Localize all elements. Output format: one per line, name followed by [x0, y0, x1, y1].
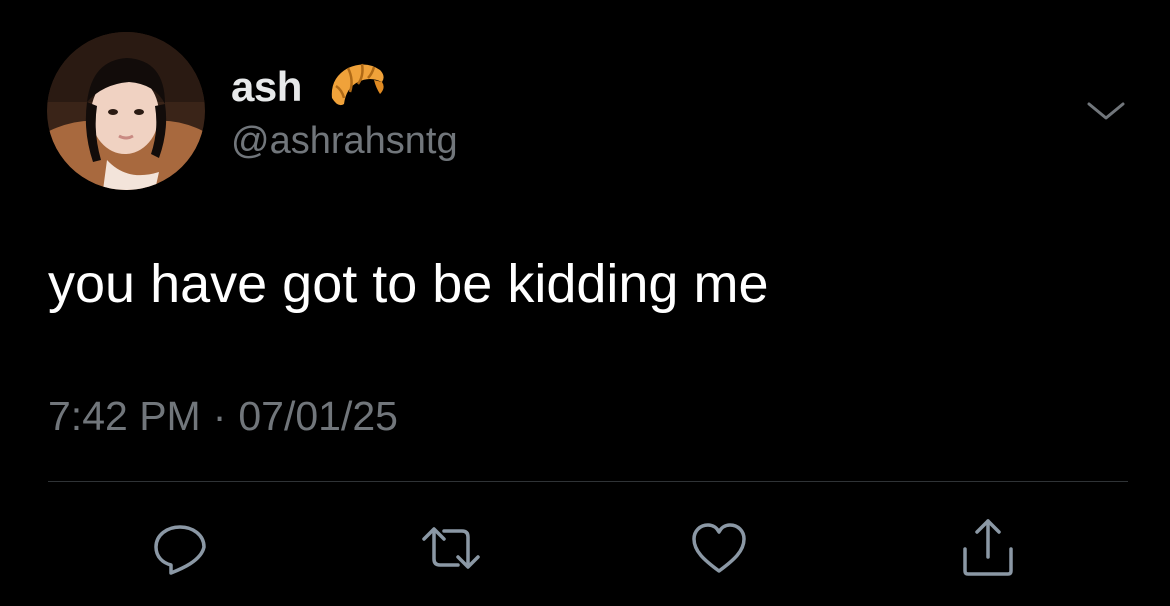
avatar-photo	[47, 32, 205, 190]
retweet-icon	[422, 527, 480, 569]
share-icon	[963, 519, 1013, 576]
reply-button[interactable]	[145, 513, 215, 583]
croissant-icon	[326, 58, 388, 114]
avatar[interactable]	[47, 32, 205, 190]
tweet-timestamp[interactable]: 7:42 PM · 07/01/25	[48, 392, 398, 440]
display-name[interactable]: ash	[231, 64, 302, 110]
retweet-button[interactable]	[416, 513, 486, 583]
tweet-date: 07/01/25	[238, 393, 398, 439]
chevron-down-icon[interactable]	[1083, 96, 1129, 126]
heart-icon	[692, 523, 746, 573]
handle[interactable]: @ashrahsntg	[231, 118, 458, 164]
tweet-text: you have got to be kidding me	[48, 254, 769, 314]
divider	[48, 481, 1128, 482]
like-button[interactable]	[684, 513, 754, 583]
meta-separator: ·	[212, 393, 227, 439]
reply-icon	[154, 525, 206, 575]
share-button[interactable]	[953, 513, 1023, 583]
tweet-time: 7:42 PM	[48, 393, 201, 439]
